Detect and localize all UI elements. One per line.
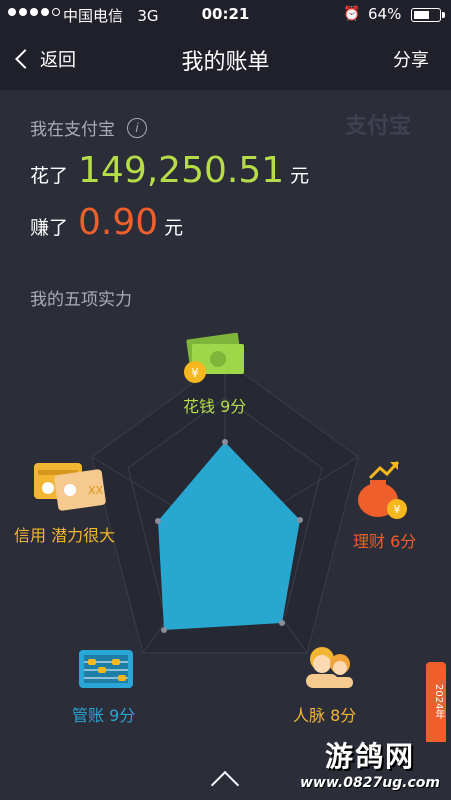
watermark-url: www.0827ug.com [300,775,440,791]
id-card-icon: XX [34,463,106,511]
spent-currency: 元 [290,165,310,187]
earned-currency: 元 [164,217,184,239]
earned-label: 赚了 [30,217,69,239]
spent-amount: 149,250.51 [78,150,285,191]
people-icon [306,647,353,688]
share-button[interactable]: 分享 [393,46,429,72]
radar-vertex-credit [155,518,161,524]
nav-bar: 返回 我的账单 分享 [0,30,451,90]
battery-icon [411,8,445,22]
svg-text:XX: XX [88,484,104,497]
radar-label-spend: 花钱 9分 [183,397,247,416]
battery-percent: 64% [368,5,402,23]
radar-vertex-accounting [161,627,167,633]
earned-row: 赚了 0.90 元 [30,202,183,243]
spent-label: 花了 [30,165,69,187]
money-bag-icon: ¥ [358,460,407,519]
radar-label-accounting: 管账 9分 [72,706,136,725]
status-bar: 中国电信 3G 00:21 ⏰ 64% [0,0,451,30]
svg-text:¥: ¥ [394,503,401,516]
watermark: 游鸽网 www.0827ug.com [300,735,440,791]
radar-label-credit: 信用 潜力很大 [14,526,116,545]
radar-label-network: 人脉 8分 [293,706,357,725]
summary-subtitle: 我在支付宝 i [30,115,147,140]
radar-label-finance: 理财 6分 [353,532,417,551]
earned-amount: 0.90 [78,202,159,243]
radar-vertex-network [279,620,285,626]
spent-row: 花了 149,250.51 元 [30,150,309,191]
radar-vertex-finance [297,517,303,523]
svg-text:¥: ¥ [191,366,199,380]
abacus-icon [79,650,133,688]
info-icon[interactable]: i [127,117,147,138]
radar-vertex-spend [222,439,228,445]
watermark-title: 游鸽网 [324,740,415,773]
year-tag: 2024年 [426,662,446,742]
alipay-logo: 支付宝 [345,114,412,139]
alarm-icon: ⏰ [343,6,361,22]
page-title: 我的账单 [181,50,270,75]
